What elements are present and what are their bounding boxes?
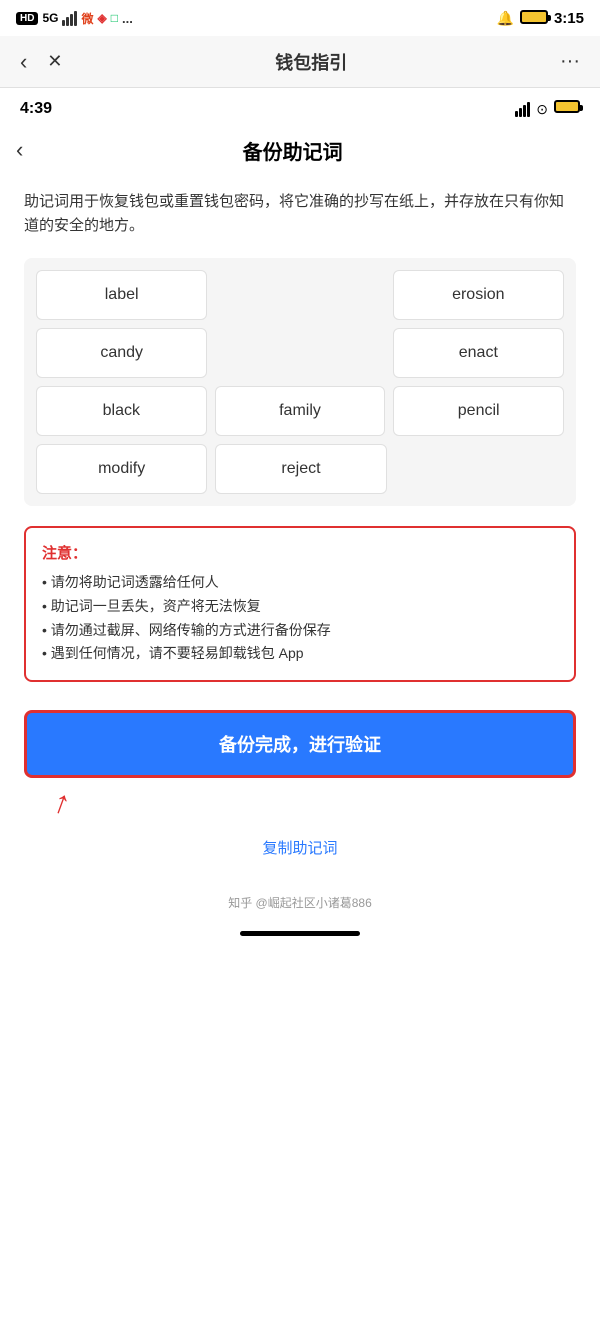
warning-box: 注意： • 请勿将助记词透露给任何人 • 助记词一旦丢失，资产将无法恢复 • 请… (24, 526, 576, 682)
description-text: 助记词用于恢复钱包或重置钱包密码，将它准确的抄写在纸上，并存放在只有你知道的安全… (24, 190, 576, 238)
outer-app-title: 钱包指引 (275, 49, 347, 75)
content-area: 助记词用于恢复钱包或重置钱包密码，将它准确的抄写在纸上，并存放在只有你知道的安全… (0, 174, 600, 874)
verify-btn-wrapper: 备份完成，进行验证 ↑ (24, 710, 576, 821)
mnemonic-cell-4-3 (395, 444, 564, 494)
arrow-icon: ↑ (48, 783, 76, 823)
bell-icon: 🔔 (497, 10, 514, 27)
inner-status-icons: ⊙ (515, 100, 580, 118)
mnemonic-cell-4-2: reject (215, 444, 386, 494)
copy-link-area: 复制助记词 (24, 837, 576, 858)
outer-app-bar: ‹ ✕ 钱包指引 ··· (0, 36, 600, 88)
mnemonic-cell-3-2: family (215, 386, 386, 436)
inner-time: 4:39 (20, 100, 52, 118)
warning-title: 注意： (42, 542, 558, 563)
mnemonic-row-3: black family pencil (36, 386, 564, 436)
signal-icon (62, 11, 77, 26)
wifi-icon: ⊙ (536, 101, 548, 118)
home-indicator (0, 923, 600, 952)
more-dots-status: ... (122, 11, 133, 26)
signal-5g: 5G (42, 11, 58, 25)
verify-button[interactable]: 备份完成，进行验证 (24, 710, 576, 778)
mnemonic-cell-1-2 (215, 270, 384, 320)
warning-item-2: • 助记词一旦丢失，资产将无法恢复 (42, 595, 558, 619)
inner-page-title: 备份助记词 (35, 136, 550, 165)
mnemonic-cell-4-1: modify (36, 444, 207, 494)
home-bar (240, 931, 360, 936)
outer-status-left: HD 5G 微 ◈ □ ... (16, 10, 133, 27)
copy-mnemonic-link[interactable]: 复制助记词 (262, 840, 337, 857)
hd-badge: HD (16, 12, 38, 25)
inner-nav-bar: ‹ 备份助记词 (0, 126, 600, 174)
inner-battery-icon (554, 100, 580, 118)
warning-item-3: • 请勿通过截屏、网络传输的方式进行备份保存 (42, 619, 558, 643)
mnemonic-row-1: label erosion (36, 270, 564, 320)
warning-item-4: • 遇到任何情况，请不要轻易卸载钱包 App (42, 642, 558, 666)
app-icons-2: ◈ (97, 11, 106, 25)
mnemonic-cell-2-3: enact (393, 328, 564, 378)
outer-back-button[interactable]: ‹ (20, 49, 27, 75)
inner-status-bar: 4:39 ⊙ (0, 88, 600, 126)
mnemonic-cell-2-2 (215, 328, 384, 378)
mnemonic-cell-3-1: black (36, 386, 207, 436)
outer-more-button[interactable]: ··· (560, 50, 580, 73)
outer-status-bar: HD 5G 微 ◈ □ ... 🔔 3:15 (0, 0, 600, 36)
mnemonic-cell-3-3: pencil (393, 386, 564, 436)
inner-back-button[interactable]: ‹ (16, 137, 23, 163)
outer-status-right: 🔔 3:15 (497, 10, 584, 27)
mnemonic-cell-1-3: erosion (393, 270, 564, 320)
app-icons: 微 (81, 10, 93, 27)
outer-time: 3:15 (554, 10, 584, 27)
mnemonic-grid: label erosion candy enact bl (24, 258, 576, 506)
mnemonic-row-2: candy enact (36, 328, 564, 378)
inner-signal-icon (515, 102, 530, 117)
mnemonic-row-4: modify reject (36, 444, 564, 494)
watermark: 知乎 @崛起社区小诸葛886 (0, 874, 600, 923)
warning-item-1: • 请勿将助记词透露给任何人 (42, 571, 558, 595)
mnemonic-cell-1-1: label (36, 270, 207, 320)
app-icons-3: □ (111, 11, 118, 25)
inner-phone: 4:39 ⊙ ‹ 备份助记词 助记词用于恢复钱包或重置钱包密码，将它准确的抄写在… (0, 88, 600, 952)
battery-status (520, 10, 548, 27)
mnemonic-cell-2-1: candy (36, 328, 207, 378)
outer-close-button[interactable]: ✕ (47, 51, 62, 72)
